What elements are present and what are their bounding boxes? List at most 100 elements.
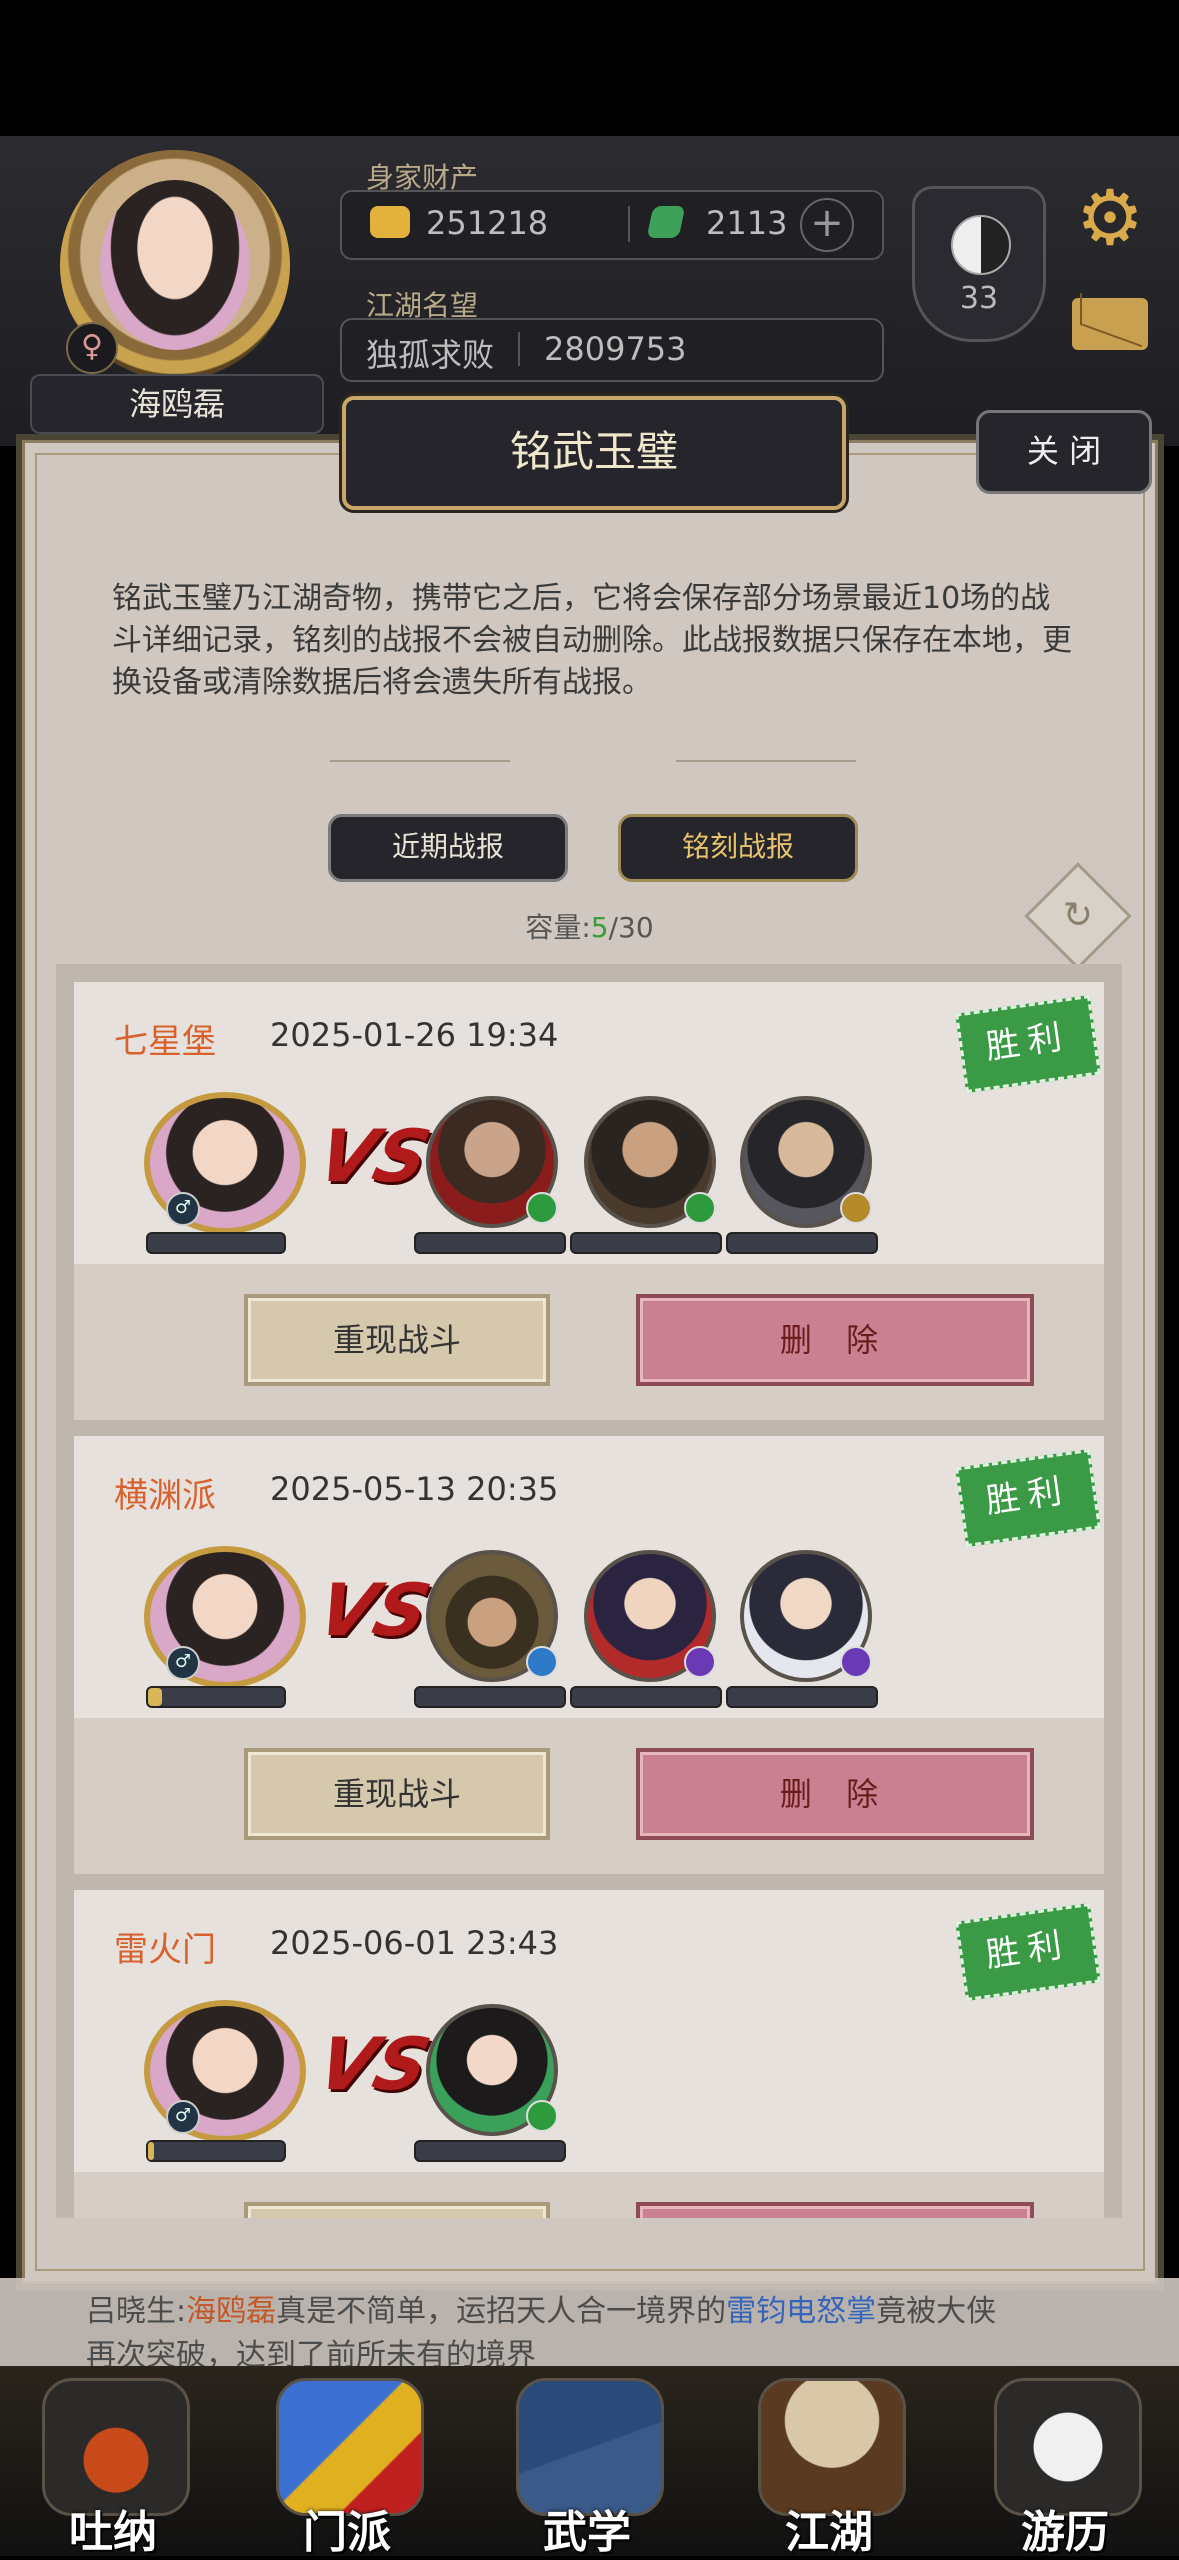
hp-bar bbox=[146, 2140, 286, 2162]
vs-emblem: VS bbox=[309, 1568, 439, 1652]
dagger-icon bbox=[684, 1192, 716, 1224]
delete-record-button[interactable] bbox=[636, 2202, 1034, 2218]
hp-bar bbox=[726, 1232, 878, 1254]
hp-bar bbox=[414, 1686, 566, 1708]
delete-record-button[interactable]: 删 除 bbox=[636, 1748, 1034, 1840]
battle-record-card: 雷火门 2025-06-01 23:43 胜利 ♂ VS bbox=[74, 1890, 1104, 2218]
nav-travel[interactable]: 游历 bbox=[990, 2378, 1142, 2558]
enemy-portrait bbox=[426, 1550, 558, 1682]
yin-yang-icon bbox=[951, 215, 1011, 275]
divider bbox=[518, 332, 520, 366]
bottom-navigation: 吐纳 门派 武学 江湖 游历 bbox=[0, 2366, 1179, 2558]
nav-label: 武学 bbox=[543, 2507, 631, 2558]
record-actions: 重现战斗 删 除 bbox=[74, 1718, 1104, 1874]
hp-bar bbox=[146, 1686, 286, 1708]
vs-emblem: VS bbox=[309, 1114, 439, 1198]
mail-icon[interactable] bbox=[1072, 298, 1148, 350]
player-portrait: ♂ bbox=[144, 1546, 306, 1688]
tab-engraved-reports[interactable]: 铭刻战报 bbox=[618, 814, 858, 882]
battle-record-list[interactable]: 七星堡 2025-01-26 19:34 胜利 ♂ VS 重现战斗 删 除 横渊… bbox=[56, 964, 1122, 2218]
panel-description: 铭武玉璧乃江湖奇物，携带它之后，它将会保存部分场景最近10场的战斗详细记录，铭刻… bbox=[112, 581, 1072, 700]
chat-suffix: 竟被大侠 bbox=[876, 2294, 997, 2329]
nav-label: 门派 bbox=[303, 2507, 391, 2558]
enemy-portrait bbox=[426, 1096, 558, 1228]
victory-stamp: 胜利 bbox=[955, 1448, 1101, 1548]
staff-icon bbox=[840, 1192, 872, 1224]
victory-stamp: 胜利 bbox=[955, 1902, 1101, 2002]
record-actions: 重现战斗 删 除 bbox=[74, 1264, 1104, 1420]
record-location: 横渊派 bbox=[114, 1476, 216, 1516]
replay-battle-button[interactable] bbox=[244, 2202, 550, 2218]
status-bar bbox=[0, 0, 1179, 136]
dagger-icon bbox=[526, 2100, 558, 2132]
battle-record-card: 七星堡 2025-01-26 19:34 胜利 ♂ VS 重现战斗 删 除 bbox=[74, 982, 1104, 1420]
vs-emblem: VS bbox=[309, 2022, 439, 2106]
gear-icon[interactable]: ⚙ bbox=[1070, 178, 1150, 258]
hp-fill bbox=[148, 2142, 154, 2160]
close-button[interactable]: 关 闭 bbox=[976, 410, 1152, 494]
level-number: 33 bbox=[959, 281, 999, 316]
blade-icon bbox=[526, 1646, 558, 1678]
nav-breathing[interactable]: 吐纳 bbox=[38, 2378, 190, 2558]
chat-ticker[interactable]: 吕晓生:海鸥磊真是不简单，运招天人合一境界的雷钧电怒掌竟被大侠 再次突破，达到了前… bbox=[0, 2278, 1179, 2373]
male-icon: ♂ bbox=[166, 1192, 200, 1226]
delete-record-button[interactable]: 删 除 bbox=[636, 1294, 1034, 1386]
capacity-max: /30 bbox=[608, 911, 654, 944]
divider bbox=[628, 206, 630, 242]
ornament-divider bbox=[330, 760, 510, 762]
enemy-portrait bbox=[740, 1550, 872, 1682]
reputation-title: 独孤求败 bbox=[366, 336, 495, 374]
player-portrait: ♂ bbox=[144, 1092, 306, 1234]
nav-sect[interactable]: 门派 bbox=[272, 2378, 424, 2558]
male-icon: ♂ bbox=[166, 2100, 200, 2134]
replay-battle-button[interactable]: 重现战斗 bbox=[244, 1748, 550, 1840]
record-location: 七星堡 bbox=[114, 1022, 216, 1062]
capacity-indicator: 容量:5/30 bbox=[0, 906, 1179, 946]
hp-bar bbox=[414, 2140, 566, 2162]
capacity-current: 5 bbox=[590, 911, 609, 944]
sword-icon bbox=[684, 1646, 716, 1678]
nav-label: 吐纳 bbox=[69, 2507, 157, 2558]
victory-stamp: 胜利 bbox=[955, 994, 1101, 1094]
reputation-value: 2809753 bbox=[544, 330, 687, 368]
sword-icon bbox=[840, 1646, 872, 1678]
chat-body: 真是不简单，运招天人合一境界的 bbox=[276, 2294, 727, 2329]
enemy-portrait bbox=[584, 1096, 716, 1228]
hp-bar bbox=[570, 1686, 722, 1708]
player-portrait: ♂ bbox=[144, 2000, 306, 2142]
level-badge[interactable]: 33 bbox=[912, 186, 1046, 342]
record-time: 2025-01-26 19:34 bbox=[270, 1016, 559, 1054]
record-time: 2025-06-01 23:43 bbox=[270, 1924, 559, 1962]
chat-speaker: 吕晓生: bbox=[86, 2294, 187, 2329]
male-icon: ♂ bbox=[166, 1646, 200, 1680]
hp-bar bbox=[414, 1232, 566, 1254]
add-currency-button[interactable]: + bbox=[800, 198, 854, 252]
nav-jianghu[interactable]: 江湖 bbox=[754, 2378, 906, 2558]
avatar-portrait bbox=[100, 180, 250, 350]
panel-title: 铭武玉璧 bbox=[342, 396, 846, 510]
nav-label: 游历 bbox=[1021, 2507, 1109, 2558]
record-time: 2025-05-13 20:35 bbox=[270, 1470, 559, 1508]
enemy-portrait bbox=[740, 1096, 872, 1228]
record-location: 雷火门 bbox=[114, 1930, 216, 1970]
replay-battle-button[interactable]: 重现战斗 bbox=[244, 1294, 550, 1386]
nav-martial-arts[interactable]: 武学 bbox=[512, 2378, 664, 2558]
capacity-label: 容量: bbox=[525, 911, 591, 944]
hp-bar bbox=[146, 1232, 286, 1254]
ornament-divider bbox=[676, 760, 856, 762]
hp-bar bbox=[726, 1686, 878, 1708]
hp-bar bbox=[570, 1232, 722, 1254]
sword-icon bbox=[526, 1192, 558, 1224]
chat-player-name: 海鸥磊 bbox=[186, 2294, 277, 2329]
gold-ingot-icon bbox=[370, 206, 410, 238]
female-icon: ♀ bbox=[66, 322, 118, 374]
enemy-portrait bbox=[584, 1550, 716, 1682]
enemy-portrait bbox=[426, 2004, 558, 2136]
battle-record-card: 横渊派 2025-05-13 20:35 胜利 ♂ VS 重现战斗 删 除 bbox=[74, 1436, 1104, 1874]
player-name: 海鸥磊 bbox=[30, 374, 324, 434]
nav-label: 江湖 bbox=[785, 2507, 873, 2558]
gold-amount: 251218 bbox=[426, 204, 549, 242]
tab-recent-reports[interactable]: 近期战报 bbox=[328, 814, 568, 882]
chat-skill: 雷钧电怒掌 bbox=[726, 2294, 877, 2329]
hp-fill bbox=[148, 1688, 162, 1706]
